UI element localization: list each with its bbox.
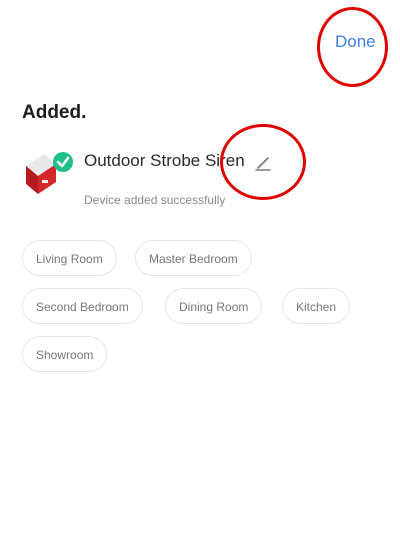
room-chip-kitchen[interactable]: Kitchen [282,288,351,324]
pencil-icon[interactable] [254,154,272,172]
done-button[interactable]: Done [335,32,376,52]
device-row: Outdoor Strobe Siren Device added succes… [22,144,362,208]
room-chip-living-room[interactable]: Living Room [22,240,117,276]
room-chip-showroom[interactable]: Showroom [22,336,108,372]
device-status-text: Device added successfully [84,193,226,207]
check-circle-icon [53,152,73,172]
page-title: Added. [22,102,87,123]
room-chip-dining-room[interactable]: Dining Room [165,288,263,324]
room-chip-master-bedroom[interactable]: Master Bedroom [135,240,252,276]
device-name: Outdoor Strobe Siren [84,151,245,170]
room-chip-second-bedroom[interactable]: Second Bedroom [22,288,143,324]
siren-device-icon [22,150,74,198]
